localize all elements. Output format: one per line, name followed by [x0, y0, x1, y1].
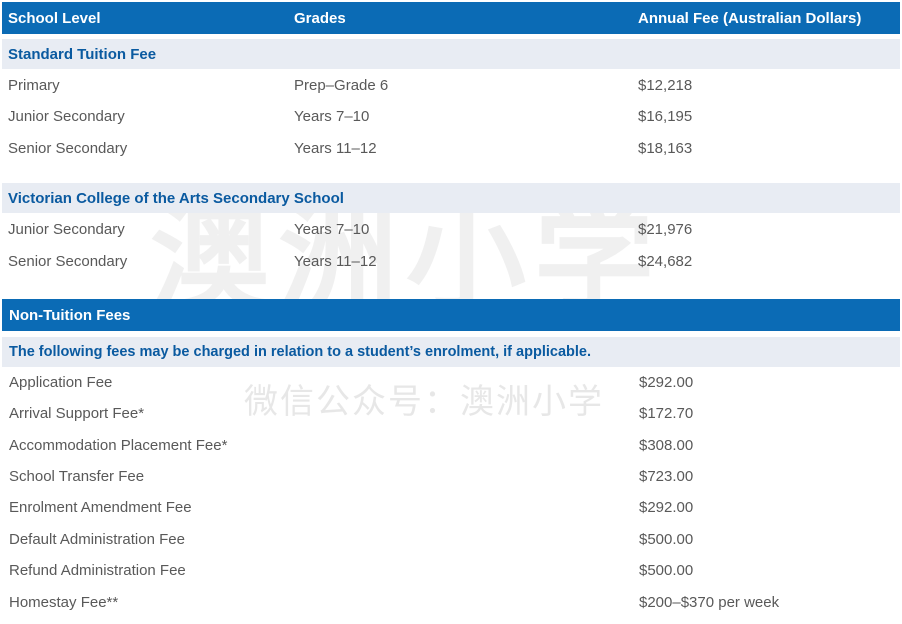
note-text: The following fees may be charged in rel… — [9, 344, 591, 360]
fee-name: Homestay Fee** — [9, 594, 119, 611]
section-title: Standard Tuition Fee — [8, 46, 157, 63]
non-tuition-header: Non-Tuition Fees — [2, 299, 900, 331]
non-tuition-title: Non-Tuition Fees — [9, 307, 131, 324]
table-row: Senior Secondary Years 11–12 $24,682 — [2, 250, 900, 274]
fee-amount: $500.00 — [639, 531, 694, 548]
fee-amount: $500.00 — [639, 562, 694, 579]
annual-fee: $16,195 — [638, 108, 693, 125]
annual-fee: $21,976 — [638, 221, 693, 238]
school-level: Primary — [8, 77, 60, 94]
annual-fee: $18,163 — [638, 140, 693, 157]
fee-name: Enrolment Amendment Fee — [9, 499, 192, 516]
header-grades: Grades — [294, 10, 346, 27]
header-school-level: School Level — [8, 10, 101, 27]
table-row: Junior Secondary Years 7–10 $16,195 — [2, 105, 900, 129]
fee-amount: $172.70 — [639, 405, 694, 422]
fee-name: School Transfer Fee — [9, 468, 145, 485]
fee-amount: $292.00 — [639, 499, 694, 516]
fee-name: Accommodation Placement Fee* — [9, 437, 228, 454]
section-vca: Victorian College of the Arts Secondary … — [2, 183, 900, 213]
grades: Years 11–12 — [294, 140, 377, 157]
annual-fee: $24,682 — [638, 253, 693, 270]
table-row: Refund Administration Fee $500.00 — [2, 559, 900, 583]
table-header: School Level Grades Annual Fee (Australi… — [2, 2, 900, 34]
non-tuition-note: The following fees may be charged in rel… — [2, 337, 900, 367]
grades: Years 7–10 — [294, 221, 370, 238]
table-row: Application Fee $292.00 — [2, 371, 900, 395]
fee-name: Default Administration Fee — [9, 531, 185, 548]
fee-amount: $723.00 — [639, 468, 694, 485]
fee-name: Application Fee — [9, 374, 113, 391]
table-row: School Transfer Fee $723.00 — [2, 465, 900, 489]
annual-fee: $12,218 — [638, 77, 693, 94]
section-standard-tuition: Standard Tuition Fee — [2, 39, 900, 69]
school-level: Junior Secondary — [8, 108, 125, 125]
fee-amount: $292.00 — [639, 374, 694, 391]
table-row: Primary Prep–Grade 6 $12,218 — [2, 74, 900, 98]
fee-amount: $308.00 — [639, 437, 694, 454]
fee-name: Refund Administration Fee — [9, 562, 186, 579]
school-level: Senior Secondary — [8, 140, 128, 157]
table-row: Homestay Fee** $200–$370 per week — [2, 591, 900, 615]
grades: Years 11–12 — [294, 253, 377, 270]
fee-amount: $200–$370 per week — [639, 594, 780, 611]
header-annual-fee: Annual Fee (Australian Dollars) — [638, 10, 862, 27]
school-level: Senior Secondary — [8, 253, 128, 270]
section-title: Victorian College of the Arts Secondary … — [8, 190, 344, 207]
table-row: Enrolment Amendment Fee $292.00 — [2, 496, 900, 520]
grades: Years 7–10 — [294, 108, 370, 125]
table-row: Accommodation Placement Fee* $308.00 — [2, 434, 900, 458]
fee-name: Arrival Support Fee* — [9, 405, 145, 422]
table-row: Default Administration Fee $500.00 — [2, 528, 900, 552]
table-row: Senior Secondary Years 11–12 $18,163 — [2, 137, 900, 161]
school-level: Junior Secondary — [8, 221, 125, 238]
grades: Prep–Grade 6 — [294, 77, 389, 94]
table-row: Junior Secondary Years 7–10 $21,976 — [2, 218, 900, 242]
table-row: Arrival Support Fee* $172.70 — [2, 402, 900, 426]
